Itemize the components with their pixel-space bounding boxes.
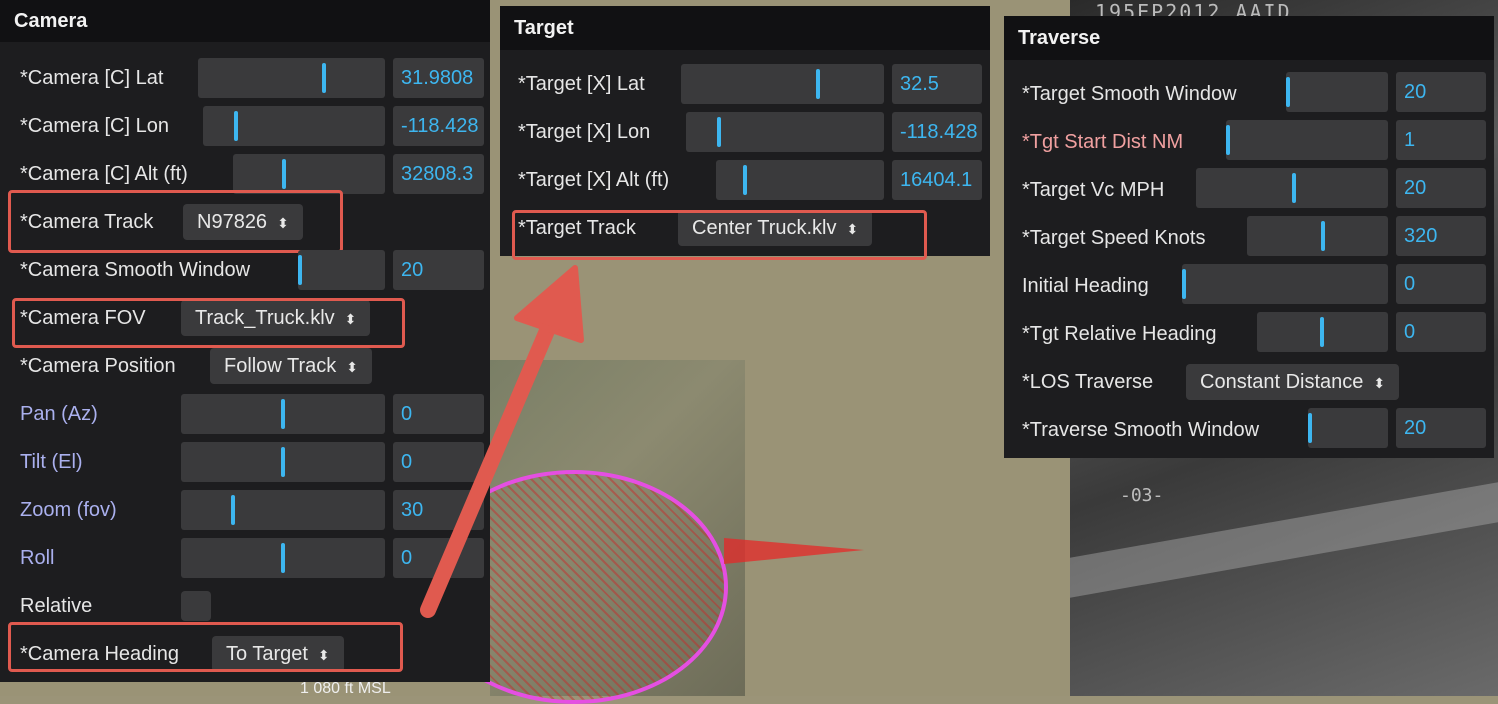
annotation-arrow [420, 265, 584, 618]
